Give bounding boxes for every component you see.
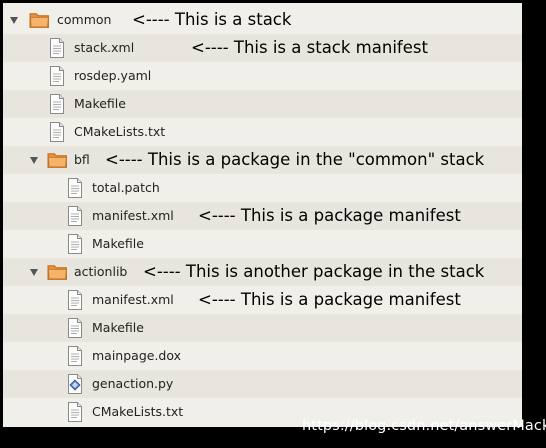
tree-item-label: mainpage.dox — [92, 348, 182, 363]
python-script-icon — [66, 374, 84, 394]
folder-open-icon — [47, 150, 68, 169]
file-tree-panel: common <---- This is a stack stack.xml <… — [3, 3, 522, 427]
tree-row-makefile[interactable]: Makefile — [3, 90, 522, 118]
annotation-note: <---- This is a package manifest — [198, 206, 461, 225]
folder-open-icon — [29, 10, 50, 29]
tree-row-cmakelists[interactable]: CMakeLists.txt — [3, 118, 522, 146]
text-file-icon — [48, 122, 66, 142]
text-file-icon — [66, 178, 84, 198]
tree-item-label: common — [57, 12, 112, 27]
text-file-icon — [48, 94, 66, 114]
text-file-icon — [48, 66, 66, 86]
text-file-icon — [48, 38, 66, 58]
tree-row-common[interactable]: common <---- This is a stack — [3, 6, 522, 34]
tree-row-makefile[interactable]: Makefile — [3, 230, 522, 258]
annotation-note: <---- This is a stack — [132, 10, 292, 29]
text-file-icon — [66, 234, 84, 254]
annotation-note: <---- This is a package manifest — [198, 290, 461, 309]
watermark-text: https://blog.csdn.net/answerMack — [302, 418, 546, 434]
expander-down-icon[interactable] — [30, 269, 38, 276]
tree-item-label: Makefile — [92, 320, 144, 335]
text-file-icon — [66, 402, 84, 422]
tree-item-label: actionlib — [74, 264, 128, 279]
tree-row-makefile[interactable]: Makefile — [3, 314, 522, 342]
tree-item-label: Makefile — [74, 96, 126, 111]
annotation-note: <---- This is another package in the sta… — [143, 262, 485, 281]
tree-item-label: CMakeLists.txt — [74, 124, 166, 139]
tree-row-genaction-py[interactable]: genaction.py — [3, 370, 522, 398]
tree-item-label: bfl — [74, 152, 90, 167]
expander-down-icon[interactable] — [10, 17, 18, 24]
tree-item-label: CMakeLists.txt — [92, 404, 184, 419]
folder-open-icon — [47, 262, 68, 281]
tree-item-label: manifest.xml — [92, 292, 174, 307]
tree-item-label: genaction.py — [92, 376, 174, 391]
tree-row-bfl[interactable]: bfl <---- This is a package in the "comm… — [3, 146, 522, 174]
tree-row-total-patch[interactable]: total.patch — [3, 174, 522, 202]
tree-row-manifest-xml[interactable]: manifest.xml <---- This is a package man… — [3, 202, 522, 230]
tree-item-label: Makefile — [92, 236, 144, 251]
text-file-icon — [66, 318, 84, 338]
text-file-icon — [66, 290, 84, 310]
tree-row-stack-xml[interactable]: stack.xml <---- This is a stack manifest — [3, 34, 522, 62]
tree-item-label: total.patch — [92, 180, 160, 195]
text-file-icon — [66, 206, 84, 226]
tree-row-actionlib[interactable]: actionlib <---- This is another package … — [3, 258, 522, 286]
tree-row-mainpage-dox[interactable]: mainpage.dox — [3, 342, 522, 370]
expander-down-icon[interactable] — [30, 157, 38, 164]
tree-row-manifest-xml[interactable]: manifest.xml <---- This is a package man… — [3, 286, 522, 314]
annotation-note: <---- This is a stack manifest — [191, 38, 428, 57]
tree-row-rosdep-yaml[interactable]: rosdep.yaml — [3, 62, 522, 90]
tree-item-label: manifest.xml — [92, 208, 174, 223]
tree-item-label: rosdep.yaml — [74, 68, 152, 83]
annotation-note: <---- This is a package in the "common" … — [105, 150, 485, 169]
text-file-icon — [66, 346, 84, 366]
tree-item-label: stack.xml — [74, 40, 135, 55]
